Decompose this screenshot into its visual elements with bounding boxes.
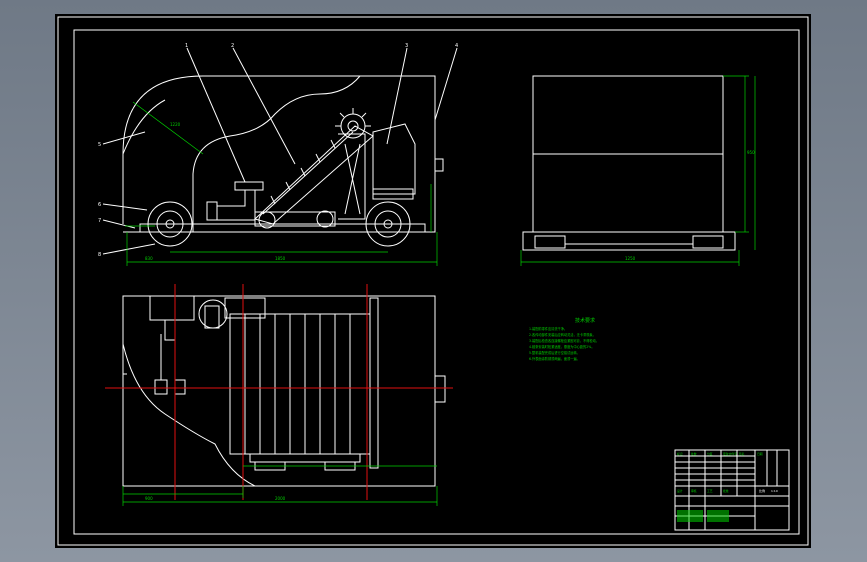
dim-rear-overhang: 830	[145, 256, 153, 261]
title-cell: 设计	[677, 489, 683, 493]
callout-4: 4	[455, 43, 458, 49]
drawing-sheet: 1 2 3 4 5 6 7 8 1850 830 1220 1250 950 2…	[55, 14, 811, 548]
title-block: 标记 处数 分区 更改文件号 签名 日期 设计 审核 工艺 批准 比例 1:10	[674, 449, 790, 531]
inner-frame	[73, 29, 800, 535]
conveyor	[254, 125, 374, 225]
dim-overall-length: 1850	[275, 256, 286, 261]
scale-value: 1:10	[771, 489, 778, 493]
dim-radius: 1220	[170, 122, 181, 127]
note-line: 3.装配后检查各连接螺栓应紧固可靠，不得松动。	[529, 338, 599, 343]
end-view: 1250 950	[520, 75, 756, 266]
note-line: 6.外表面涂防锈漆两遍，面漆一遍。	[529, 356, 580, 361]
title-cell: 分区	[707, 452, 713, 456]
drive-wheel	[258, 210, 334, 229]
side-view: 1 2 3 4 5 6 7 8 1850 830 1220	[98, 43, 458, 266]
callout-3: 3	[405, 43, 408, 49]
note-line: 2.各传动部件安装后应转动灵活，无卡滞现象。	[529, 332, 596, 337]
cad-drawing: 1 2 3 4 5 6 7 8 1850 830 1220 1250 950 2…	[57, 16, 809, 546]
plan-view: 2000 900	[105, 284, 453, 506]
scale-label: 比例	[759, 488, 765, 493]
callout-5: 5	[98, 142, 101, 148]
body-outline	[122, 75, 436, 233]
dim-height: 950	[747, 150, 755, 155]
note-line: 1.装配前零件应清洗干净。	[529, 326, 567, 331]
title-cell: 工艺	[707, 489, 713, 493]
dim-width: 1250	[625, 256, 636, 261]
callout-1: 1	[185, 43, 188, 49]
collection-bin	[229, 313, 371, 455]
callout-8: 8	[98, 252, 101, 258]
title-cell: 日期	[757, 452, 763, 456]
notes-title: 技术要求	[575, 317, 595, 324]
dim-plan-offset: 900	[145, 496, 153, 501]
callout-6: 6	[98, 202, 101, 208]
note-line: 4.链条安装时松紧适度，垂度为中心距的2%。	[529, 344, 594, 349]
title-cell: 批准	[723, 489, 729, 493]
dim-plan-length: 2000	[275, 496, 286, 501]
callout-2: 2	[231, 43, 234, 49]
note-line: 5.整机装配完成后进行空载试运转。	[529, 350, 580, 355]
plan-view-body	[122, 295, 436, 487]
title-cell: 更改文件号	[723, 452, 737, 456]
callout-7: 7	[98, 218, 101, 224]
title-cell: 处数	[691, 452, 697, 456]
title-cell: 签名	[739, 452, 745, 456]
technical-notes: 技术要求 1.装配前零件应清洗干净。 2.各传动部件安装后应转动灵活，无卡滞现象…	[529, 317, 599, 361]
title-cell: 审核	[691, 489, 697, 493]
title-cell: 标记	[677, 452, 683, 456]
